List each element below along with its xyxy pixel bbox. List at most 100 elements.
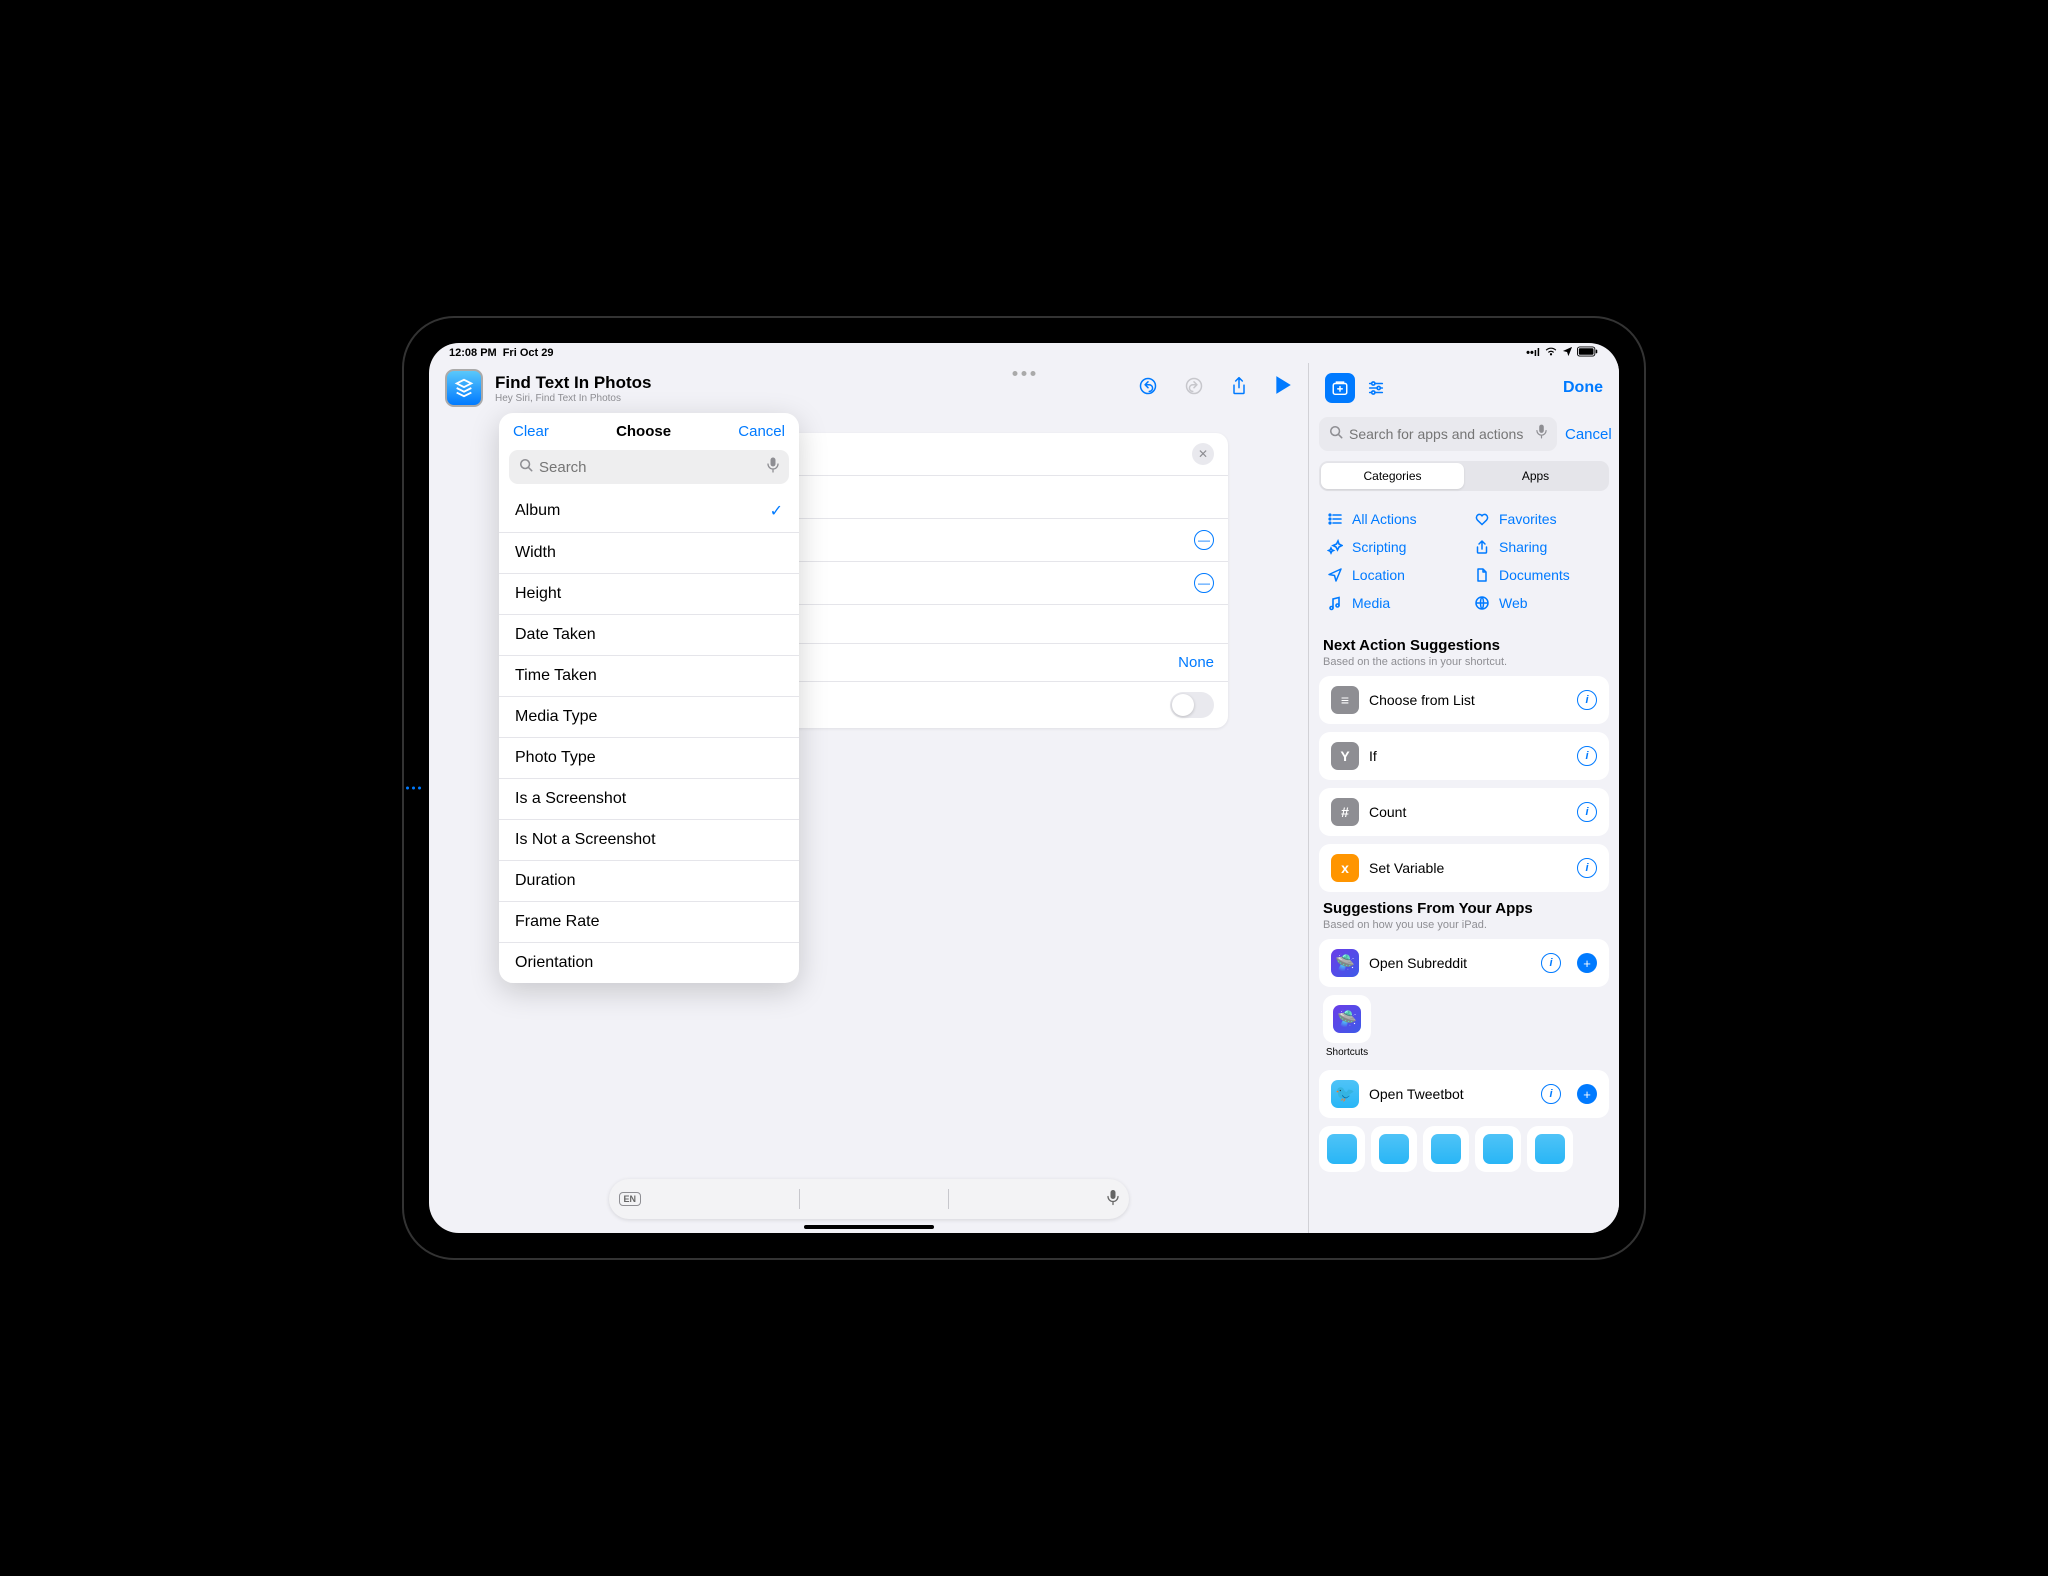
category-item[interactable]: All Actions [1327, 507, 1454, 531]
app-suggestion-tweetbot[interactable]: 🐦 Open Tweetbot i + [1319, 1070, 1609, 1118]
next-suggestions-title: Next Action Suggestions [1323, 637, 1605, 654]
tab-apps[interactable]: Apps [1464, 463, 1607, 489]
tab-categories[interactable]: Categories [1321, 463, 1464, 489]
shortcut-subtitle: Hey Siri, Find Text In Photos [495, 393, 1126, 404]
category-icon [1327, 595, 1343, 611]
tweetbot-tile[interactable] [1319, 1126, 1365, 1172]
info-button[interactable]: i [1577, 802, 1597, 822]
clear-button[interactable]: Clear [513, 423, 549, 440]
popover-item[interactable]: Media Type [499, 697, 799, 738]
info-button[interactable]: i [1577, 690, 1597, 710]
settings-button[interactable] [1361, 373, 1391, 403]
category-item[interactable]: Scripting [1327, 535, 1454, 559]
suggestion-item[interactable]: ≡Choose from Listi [1319, 676, 1609, 724]
popover-item[interactable]: Date Taken [499, 615, 799, 656]
popover-item[interactable]: Is a Screenshot [499, 779, 799, 820]
home-indicator[interactable] [804, 1225, 934, 1229]
apollo-icon: 🛸 [1331, 949, 1359, 977]
popover-title: Choose [616, 423, 671, 440]
app-suggestion-subreddit[interactable]: 🛸 Open Subreddit i + [1319, 939, 1609, 987]
info-button[interactable]: i [1541, 1084, 1561, 1104]
popover-item[interactable]: Photo Type [499, 738, 799, 779]
category-item[interactable]: Web [1474, 591, 1601, 615]
tweetbot-tile[interactable] [1423, 1126, 1469, 1172]
category-item[interactable]: Media [1327, 591, 1454, 615]
tweetbot-tile[interactable] [1371, 1126, 1417, 1172]
tweetbot-tile[interactable] [1475, 1126, 1521, 1172]
category-item[interactable]: Sharing [1474, 535, 1601, 559]
spotlight-bar[interactable]: EN [609, 1179, 1129, 1219]
shortcuts-app-tile[interactable]: 🛸 [1323, 995, 1371, 1043]
wifi-icon [1544, 346, 1558, 360]
suggestion-icon: x [1331, 854, 1359, 882]
add-button[interactable]: + [1577, 953, 1597, 973]
choose-popover: Clear Choose Cancel [499, 413, 799, 983]
remove-album-button[interactable]: — [1194, 573, 1214, 593]
mic-icon[interactable] [767, 457, 779, 478]
play-button[interactable] [1274, 375, 1292, 401]
multitask-dots[interactable] [1013, 371, 1036, 376]
category-icon [1327, 511, 1343, 527]
category-icon [1474, 511, 1490, 527]
remove-media-type-button[interactable]: — [1194, 530, 1214, 550]
popover-item[interactable]: Is Not a Screenshot [499, 820, 799, 861]
search-icon [1329, 425, 1343, 444]
category-icon [1474, 595, 1490, 611]
done-button[interactable]: Done [1563, 379, 1603, 397]
share-button[interactable] [1230, 376, 1248, 401]
next-suggestions-subtitle: Based on the actions in your shortcut. [1323, 656, 1605, 668]
check-icon: ✓ [770, 501, 783, 521]
dictation-icon[interactable] [1107, 1189, 1119, 1210]
tweetbot-tile[interactable] [1527, 1126, 1573, 1172]
suggestion-item[interactable]: xSet Variablei [1319, 844, 1609, 892]
popover-item[interactable]: Album✓ [499, 490, 799, 533]
app-suggestions-title: Suggestions From Your Apps [1323, 900, 1605, 917]
mic-icon[interactable] [1536, 424, 1547, 444]
category-icon [1327, 567, 1343, 583]
category-icon [1327, 539, 1343, 555]
status-date: Fri Oct 29 [503, 347, 554, 359]
shortcut-icon[interactable] [445, 369, 483, 407]
suggestion-item[interactable]: #Counti [1319, 788, 1609, 836]
shortcuts-label: Shortcuts [1323, 1047, 1371, 1058]
info-button[interactable]: i [1577, 746, 1597, 766]
category-item[interactable]: Location [1327, 563, 1454, 587]
sidebar-search-input[interactable] [1349, 426, 1530, 442]
category-item[interactable]: Documents [1474, 563, 1601, 587]
popover-item[interactable]: Height [499, 574, 799, 615]
info-button[interactable]: i [1577, 858, 1597, 878]
sort-value[interactable]: None [1178, 654, 1214, 671]
search-icon [519, 458, 533, 477]
status-bar: 12:08 PM Fri Oct 29 ••ıl [429, 343, 1619, 363]
suggestion-icon: ≡ [1331, 686, 1359, 714]
popover-item[interactable]: Orientation [499, 943, 799, 983]
add-button[interactable]: + [1577, 1084, 1597, 1104]
category-icon [1474, 567, 1490, 583]
remove-action-button[interactable]: ✕ [1192, 443, 1214, 465]
language-badge[interactable]: EN [619, 1192, 642, 1206]
popover-item[interactable]: Time Taken [499, 656, 799, 697]
limit-toggle[interactable] [1170, 692, 1214, 718]
battery-icon [1577, 346, 1599, 360]
signal-icon: ••ıl [1526, 347, 1540, 359]
category-icon [1474, 539, 1490, 555]
location-icon [1562, 346, 1573, 360]
sidebar-cancel-button[interactable]: Cancel [1565, 426, 1612, 443]
popover-search-input[interactable] [539, 459, 761, 476]
cancel-button[interactable]: Cancel [738, 423, 785, 440]
tweetbot-icon: 🐦 [1331, 1080, 1359, 1108]
undo-button[interactable] [1138, 376, 1158, 401]
suggestion-icon: Y [1331, 742, 1359, 770]
category-item[interactable]: Favorites [1474, 507, 1601, 531]
redo-button [1184, 376, 1204, 401]
suggestion-icon: # [1331, 798, 1359, 826]
library-button[interactable] [1325, 373, 1355, 403]
popover-item[interactable]: Duration [499, 861, 799, 902]
popover-item[interactable]: Width [499, 533, 799, 574]
popover-item[interactable]: Frame Rate [499, 902, 799, 943]
suggestion-item[interactable]: YIfi [1319, 732, 1609, 780]
info-button[interactable]: i [1541, 953, 1561, 973]
app-suggestions-subtitle: Based on how you use your iPad. [1323, 919, 1605, 931]
segmented-control[interactable]: Categories Apps [1319, 461, 1609, 491]
status-time: 12:08 PM [449, 347, 497, 359]
